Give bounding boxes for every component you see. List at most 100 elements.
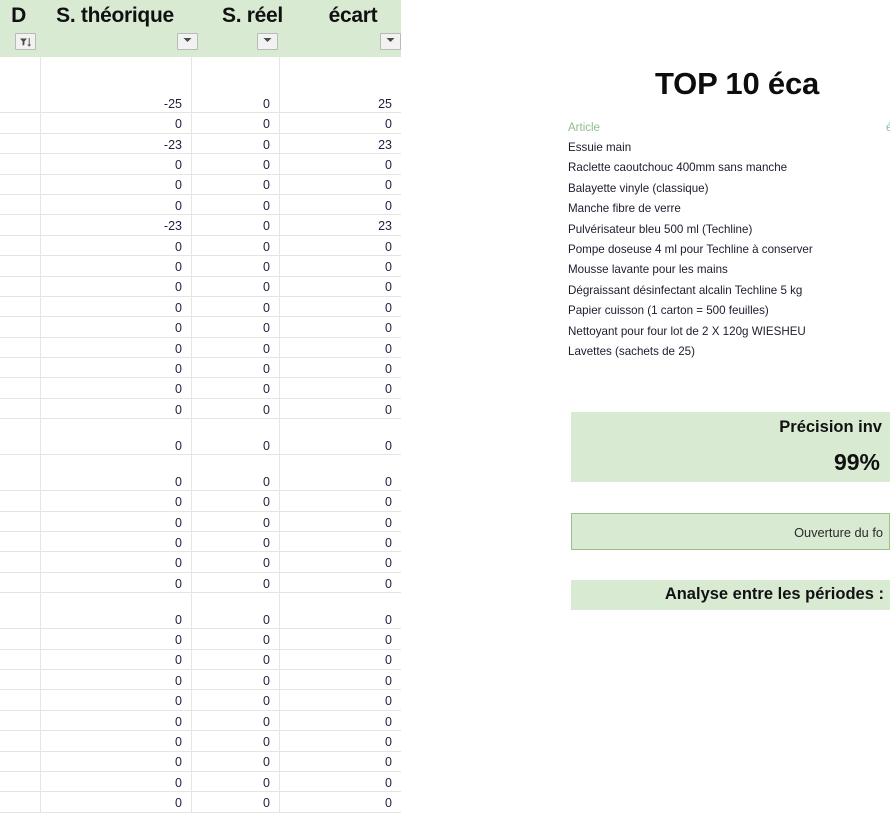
table-row[interactable]: 000	[0, 572, 401, 594]
cell-theorique[interactable]: 0	[41, 491, 192, 511]
table-row[interactable]: 000	[0, 710, 401, 732]
cell-id[interactable]	[0, 337, 41, 358]
cell-id[interactable]	[0, 629, 41, 649]
cell-reel[interactable]: 0	[192, 276, 280, 296]
cell-id[interactable]	[0, 792, 41, 812]
cell-reel[interactable]: 0	[192, 710, 280, 731]
cell-reel[interactable]: 0	[192, 771, 280, 792]
cell-theorique[interactable]: -23	[41, 133, 192, 154]
table-row[interactable]: 000	[0, 235, 401, 257]
cell-ecart[interactable]: 0	[280, 491, 401, 510]
cell-reel[interactable]: 0	[192, 649, 280, 669]
cell-id[interactable]	[0, 194, 41, 215]
cell-reel[interactable]: 0	[192, 337, 280, 358]
cell-theorique[interactable]: 0	[41, 113, 192, 133]
cell-ecart[interactable]: 0	[280, 277, 401, 296]
cell-ecart[interactable]: 0	[280, 399, 401, 418]
cell-ecart[interactable]: 0	[280, 113, 401, 132]
cell-ecart[interactable]: 0	[280, 195, 401, 214]
table-row[interactable]: 000	[0, 669, 401, 691]
cell-theorique[interactable]: 0	[41, 572, 192, 593]
dropdown-arrow-icon[interactable]	[257, 33, 278, 50]
cell-ecart[interactable]: 0	[280, 670, 401, 689]
table-row[interactable]: 000	[0, 792, 401, 813]
cell-id[interactable]	[0, 690, 41, 710]
cell-theorique[interactable]: 0	[41, 792, 192, 812]
cell-reel[interactable]: 0	[192, 491, 280, 511]
cell-ecart[interactable]: 0	[280, 358, 401, 377]
cell-id[interactable]	[0, 649, 41, 669]
cell-reel[interactable]: 0	[192, 751, 280, 771]
cell-reel[interactable]: 0	[192, 358, 280, 378]
cell-id[interactable]	[0, 751, 41, 771]
table-row[interactable]: -23 0 23	[0, 133, 401, 155]
cell-id[interactable]	[0, 57, 41, 93]
cell-ecart[interactable]: 0	[280, 711, 401, 730]
cell-id[interactable]	[0, 378, 41, 398]
cell-theorique[interactable]: 0	[41, 649, 192, 669]
cell-id[interactable]	[0, 552, 41, 572]
cell-reel[interactable]: 0	[192, 133, 280, 154]
cell-reel[interactable]: 0	[192, 552, 280, 572]
cell-reel[interactable]: 0	[192, 194, 280, 215]
cell-ecart[interactable]: 23	[280, 134, 401, 153]
cell-reel[interactable]	[192, 57, 280, 93]
cell-id[interactable]	[0, 215, 41, 235]
cell-ecart[interactable]: 0	[280, 792, 401, 811]
cell-ecart[interactable]: 0	[280, 690, 401, 709]
cell-ecart[interactable]: 0	[280, 154, 401, 173]
cell-theorique[interactable]: 0	[41, 256, 192, 276]
cell-theorique[interactable]: 0	[41, 552, 192, 572]
cell-id[interactable]	[0, 296, 41, 317]
filter-sort-icon[interactable]	[15, 33, 36, 50]
cell-ecart[interactable]: 0	[280, 512, 401, 531]
cell-ecart[interactable]: 0	[280, 175, 401, 194]
table-row[interactable]: 000	[0, 174, 401, 195]
cell-id[interactable]	[0, 669, 41, 690]
cell-reel[interactable]: 0	[192, 511, 280, 532]
cell-theorique[interactable]	[41, 57, 192, 93]
cell-reel[interactable]: 0	[192, 690, 280, 710]
cell-reel[interactable]: 0	[192, 572, 280, 593]
cell-id[interactable]	[0, 93, 41, 113]
cell-id[interactable]	[0, 455, 41, 491]
cell-ecart[interactable]: 0	[280, 419, 401, 454]
cell-ecart[interactable]: 0	[280, 731, 401, 750]
cell-reel[interactable]: 0	[192, 317, 280, 337]
cell-id[interactable]	[0, 593, 41, 629]
cell-theorique[interactable]: 0	[41, 317, 192, 337]
cell-id[interactable]	[0, 572, 41, 593]
cell-theorique[interactable]: 0	[41, 511, 192, 532]
cell-theorique[interactable]: -23	[41, 215, 192, 235]
cell-reel[interactable]: 0	[192, 629, 280, 649]
cell-theorique[interactable]: 0	[41, 629, 192, 649]
table-row[interactable]: 000	[0, 296, 401, 318]
cell-ecart[interactable]: 23	[280, 215, 401, 234]
cell-ecart[interactable]: 0	[280, 552, 401, 571]
table-row[interactable]: 000	[0, 113, 401, 134]
table-row[interactable]: 000	[0, 194, 401, 216]
cell-theorique[interactable]: 0	[41, 532, 192, 552]
cell-theorique[interactable]: 0	[41, 194, 192, 215]
table-row[interactable]: 000	[0, 317, 401, 338]
cell-theorique[interactable]: 0	[41, 398, 192, 419]
table-row[interactable]: 000	[0, 378, 401, 399]
table-row[interactable]: 000	[0, 337, 401, 359]
table-body[interactable]: -25 0 25 0 0 0 -23 0 23 0 0 0 0 0 0 0 0 0 -23 0 23 0 0 0 0 0 0 0 0 0 0…	[0, 57, 401, 813]
cell-id[interactable]	[0, 154, 41, 174]
table-row[interactable]: 000	[0, 256, 401, 277]
cell-id[interactable]	[0, 491, 41, 511]
cell-ecart[interactable]: 0	[280, 573, 401, 592]
table-row[interactable]: 000	[0, 629, 401, 650]
table-row[interactable]: 000	[0, 455, 401, 492]
table-row[interactable]	[0, 57, 401, 93]
table-row[interactable]: 000	[0, 593, 401, 630]
cell-reel[interactable]: 0	[192, 113, 280, 133]
table-row[interactable]: 000	[0, 511, 401, 533]
cell-ecart[interactable]: 25	[280, 93, 401, 112]
cell-theorique[interactable]: -25	[41, 93, 192, 113]
cell-id[interactable]	[0, 358, 41, 378]
table-row[interactable]: 000	[0, 491, 401, 512]
cell-ecart[interactable]: 0	[280, 752, 401, 771]
cell-ecart[interactable]: 0	[280, 297, 401, 316]
